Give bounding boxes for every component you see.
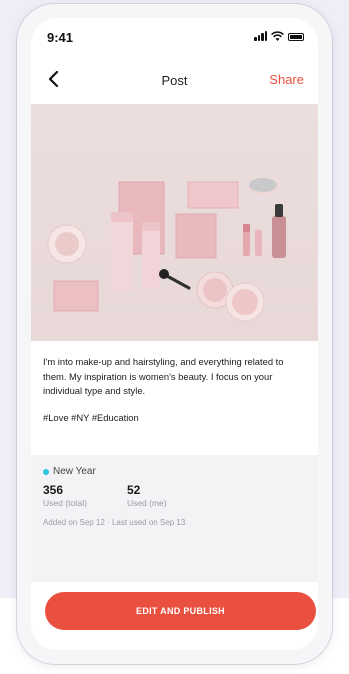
- stat-me-value: 52: [126, 483, 141, 497]
- tag-label: New Year: [53, 466, 96, 477]
- tag-dot-icon: [43, 468, 49, 475]
- stat-me: 52 Used (me): [127, 483, 167, 508]
- stat-me-label: Used (me): [126, 498, 167, 508]
- phone-screen: 9:41 Post Share I'm into make-up and hai…: [31, 18, 318, 650]
- status-icons: [254, 31, 304, 41]
- post-caption-card: I'm into make-up and hairstyling, and ev…: [31, 341, 318, 455]
- post-meta: New Year 356 Used (total) 52 Used (me) A…: [31, 455, 318, 595]
- post-image: [31, 104, 318, 341]
- phone-frame: 9:41 Post Share I'm into make-up and hai…: [17, 4, 332, 664]
- added-info: Added on Sep 12 · Last used on Sep 13: [43, 518, 186, 527]
- usage-stats: 356 Used (total) 52 Used (me): [43, 483, 306, 508]
- cosmetics-photo: [47, 178, 286, 322]
- signal-icon: [254, 31, 267, 41]
- wifi-icon: [271, 31, 284, 41]
- stat-total-value: 356: [43, 483, 64, 497]
- post-hashtags: #Love #NY #Education: [43, 411, 139, 423]
- edit-and-publish-button[interactable]: EDIT AND PUBLISH: [45, 592, 316, 630]
- tag-row: New Year: [43, 466, 306, 477]
- status-time: 9:41: [47, 30, 74, 45]
- stat-total: 356 Used (total): [43, 483, 87, 508]
- battery-icon: [288, 33, 304, 41]
- post-caption: I'm into make-up and hairstyling, and ev…: [43, 356, 284, 396]
- share-button[interactable]: Share: [269, 72, 304, 87]
- stat-total-label: Used (total): [43, 498, 87, 508]
